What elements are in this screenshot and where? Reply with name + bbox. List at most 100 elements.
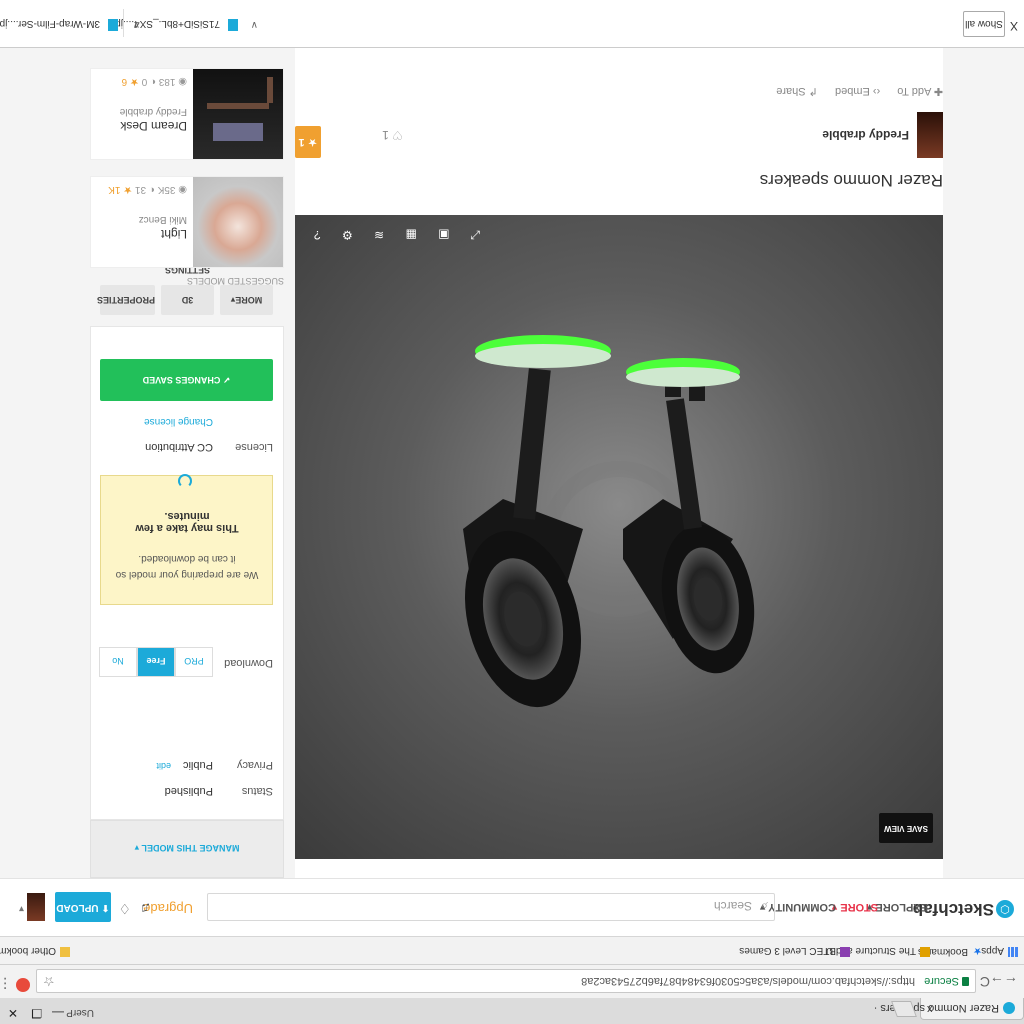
suggested-stats: ◉ 183 ◐ 0 ★ 6	[122, 76, 187, 87]
download-item[interactable]: 3M-Wrap-Film-Ser....jpg ∨	[0, 9, 140, 37]
author-avatar[interactable]	[917, 112, 943, 158]
model-main-column: SAVE VIEW ⤢ ▣ ▦ ≋ ⚙ ? Razer Nommo speake…	[295, 0, 943, 878]
image-file-icon	[228, 19, 238, 31]
viewer-toolbar[interactable]: ⤢ ▣ ▦ ≋ ⚙ ?	[305, 227, 480, 242]
stats-text: ◉ 35K ◐ 31	[132, 184, 187, 195]
license-value: CC Attribution	[145, 441, 213, 453]
download-no-button[interactable]: No	[99, 647, 137, 677]
minimize-icon[interactable]: —	[52, 1006, 64, 1020]
tab-close-icon[interactable]: x	[927, 1003, 933, 1015]
embed-link[interactable]: ‹› Embed	[835, 85, 880, 97]
loading-spinner-icon	[178, 474, 192, 488]
chevron-down-icon[interactable]: ▾	[19, 903, 24, 914]
model-actions: ✚ Add To ‹› Embed ↱ Share	[762, 85, 943, 98]
search-icon: ⌕	[760, 899, 768, 914]
browser-tab-bar: Razer Nommo speakers · x UserP — ❐ ✕	[0, 998, 1024, 1024]
status-value: Published	[164, 785, 213, 797]
stars-count: ★ 1K	[108, 184, 133, 195]
like-button[interactable]: ★ 1	[295, 126, 321, 158]
close-window-icon[interactable]: ✕	[8, 1006, 18, 1020]
screen-root: Razer Nommo speakers · x UserP — ❐ ✕ ← →…	[0, 0, 1024, 1024]
bell-icon[interactable]: ♢	[118, 900, 131, 917]
suggested-card-light[interactable]: ◉ 35K ◐ 31 ★ 1K Miki Bencz Light	[90, 176, 284, 268]
maximize-icon[interactable]: ❐	[31, 1006, 42, 1020]
manage-model-button[interactable]: MANAGE THIS MODEL ▾	[90, 820, 284, 878]
bookmark-apps[interactable]: Apps	[981, 945, 1018, 957]
privacy-label: Privacy	[236, 759, 273, 771]
change-license-link[interactable]: Change license	[144, 416, 213, 427]
secure-label: Secure	[924, 975, 959, 987]
forward-icon[interactable]: →	[990, 974, 1004, 990]
close-downloads-icon[interactable]: X	[1010, 19, 1018, 33]
download-label: Download	[224, 657, 273, 669]
changes-saved-button[interactable]: ✔ CHANGES SAVED	[100, 359, 273, 401]
model-title: Razer Nommo speakers	[759, 171, 943, 190]
share-link[interactable]: ↱ Share	[776, 85, 818, 97]
url-text: https://sketchfab.com/models/a3a5c5030f6…	[581, 975, 915, 987]
address-bar-row: ← → C Secure https://sketchfab.com/model…	[0, 964, 1024, 998]
wait-message: This may take a few minutes.	[135, 510, 239, 534]
privacy-edit-link[interactable]: edit	[156, 761, 171, 771]
back-icon[interactable]: ←	[1004, 974, 1018, 990]
model-settings-panel: Status Published Privacy Public edit Dow…	[90, 265, 284, 820]
suggested-author[interactable]: Freddy drabble	[120, 106, 187, 117]
sketchfab-logo-icon[interactable]: ⬡	[996, 900, 1014, 918]
likes-count: ♡ 1	[382, 128, 403, 142]
apps-grid-icon	[1008, 947, 1018, 957]
speaker-render	[463, 335, 755, 708]
chevron-down-icon[interactable]: ∨	[133, 19, 140, 30]
show-all-button[interactable]: Show all	[963, 11, 1005, 37]
upload-button[interactable]: ⬆ UPLOAD	[55, 892, 111, 922]
model-viewer[interactable]: SAVE VIEW ⤢ ▣ ▦ ≋ ⚙ ?	[295, 215, 943, 859]
download-file-name: 71SiSiD+8bL._SX4....jpg	[109, 18, 220, 29]
folder-icon	[60, 947, 70, 957]
url-input[interactable]: Secure https://sketchfab.com/models/a3a5…	[36, 969, 976, 993]
privacy-value: Public	[183, 759, 213, 771]
suggested-title[interactable]: Dream Desk	[120, 119, 187, 133]
3d-settings-button[interactable]: 3D SETTINGS	[161, 265, 214, 315]
notifications-icon[interactable]: ♫	[141, 901, 152, 917]
download-free-button[interactable]: Free	[137, 647, 175, 677]
suggested-thumbnail[interactable]	[193, 69, 283, 159]
search-input[interactable]: ⌕ Search	[207, 893, 775, 921]
suggested-card-dream-desk[interactable]: ◉ 183 ◐ 0 ★ 6 Freddy drabble Dream Desk	[90, 68, 284, 160]
bookmark-btec[interactable]: BTEC Level 3 Games	[739, 945, 850, 957]
star-icon: ★	[973, 945, 982, 956]
speaker-left	[463, 335, 611, 708]
properties-button[interactable]: PROPERTIES	[97, 285, 155, 315]
user-avatar[interactable]	[27, 893, 45, 921]
other-bookmarks[interactable]: Other bookmarks	[0, 945, 70, 957]
chevron-down-icon[interactable]: ∨	[251, 19, 258, 30]
nav-store[interactable]: STORE ▾	[832, 901, 878, 914]
suggested-models-heading: SUGGESTED MODELS	[186, 276, 284, 286]
download-item[interactable]: 71SiSiD+8bL._SX4....jpg ∨	[110, 9, 258, 37]
menu-icon[interactable]: ⋮	[0, 975, 12, 992]
download-pro-button[interactable]: PRO	[175, 647, 213, 677]
profile-name[interactable]: UserP	[66, 1007, 94, 1018]
bookmark-favicon-icon	[840, 947, 850, 957]
lock-icon	[962, 977, 969, 986]
browser-tab[interactable]: Razer Nommo speakers · x	[874, 998, 1024, 1020]
reload-icon[interactable]: C	[980, 974, 990, 990]
save-view-button[interactable]: SAVE VIEW	[879, 813, 933, 843]
author-name[interactable]: Freddy drabble	[822, 128, 909, 142]
suggested-author[interactable]: Miki Bencz	[139, 214, 187, 225]
sketchfab-favicon-icon	[1003, 1002, 1015, 1014]
more-button[interactable]: MORE▾	[220, 285, 273, 315]
suggested-title[interactable]: Light	[161, 227, 187, 241]
bookmark-label: Apps	[981, 945, 1004, 956]
bookmarks-bar: Apps ★Bookmarks The Structure and U BTEC…	[0, 936, 1024, 964]
bookmark-favicon-icon	[920, 947, 930, 957]
speaker-right	[623, 358, 755, 674]
search-placeholder: Search	[713, 899, 752, 913]
bookmark-star-icon[interactable]: ☆	[43, 973, 55, 989]
page-content: SAVE VIEW ⤢ ▣ ▦ ≋ ⚙ ? Razer Nommo speake…	[0, 0, 1024, 878]
suggested-thumbnail[interactable]	[193, 177, 283, 267]
add-to-link[interactable]: ✚ Add To	[897, 85, 943, 97]
downloads-bar: 71SiSiD+8bL._SX4....jpg ∨ 3M-Wrap-Film-S…	[0, 0, 1024, 48]
bookmark-label: BTEC Level 3 Games	[739, 945, 836, 956]
suggested-stats: ◉ 35K ◐ 31 ★ 1K	[108, 184, 187, 195]
extension-icon[interactable]	[16, 978, 30, 992]
stats-text: ◉ 183 ◐ 0	[138, 76, 187, 87]
stars-count: ★ 6	[121, 76, 139, 87]
